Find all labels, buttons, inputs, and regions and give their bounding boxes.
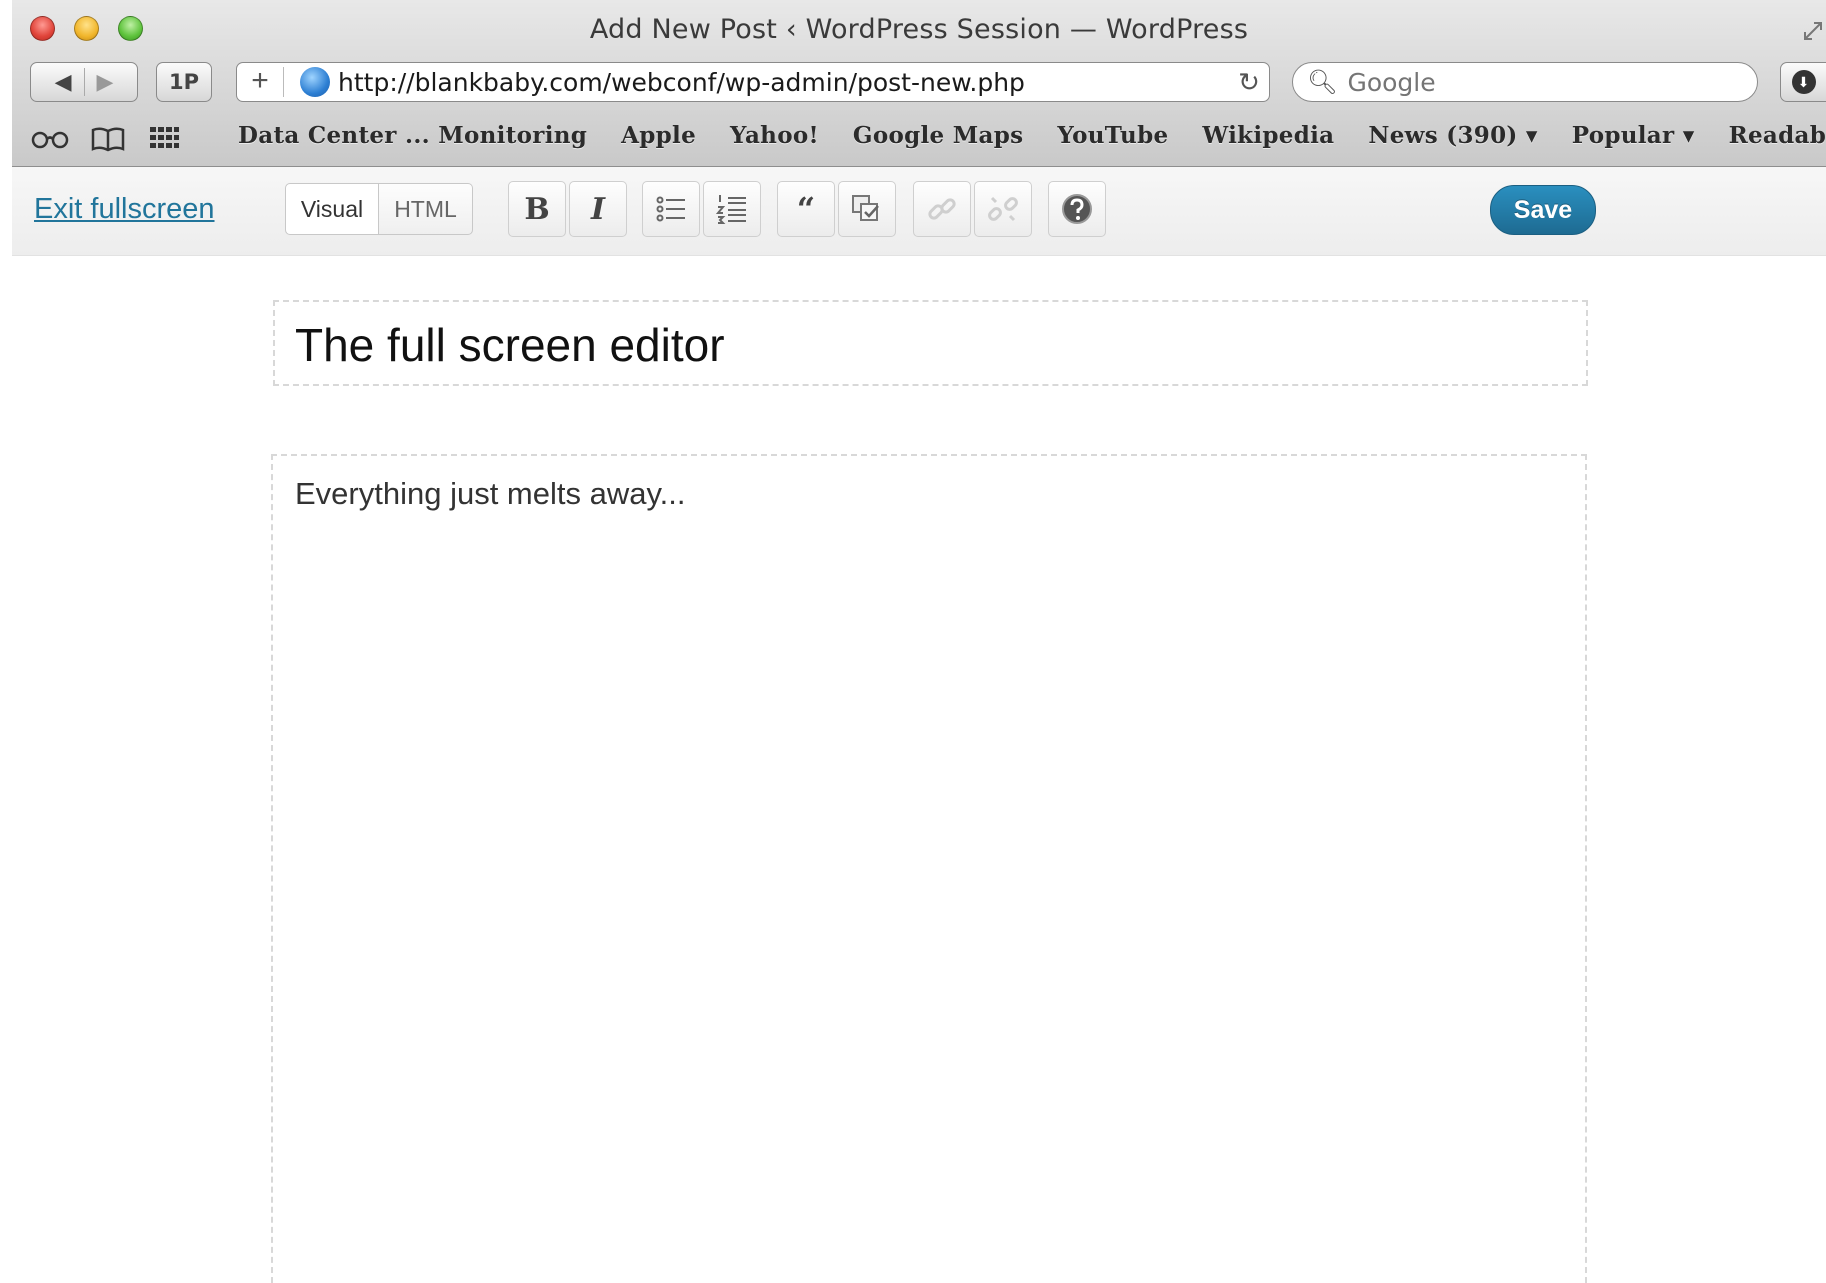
search-input[interactable] <box>1345 66 1757 98</box>
back-forward-group: ◀ ▶ <box>30 62 138 102</box>
post-content-area[interactable]: Everything just melts away... <box>271 454 1587 1283</box>
bookmark-item[interactable]: Wikipedia <box>1202 122 1334 149</box>
spellcheck-button[interactable] <box>838 181 896 237</box>
help-button[interactable] <box>1048 181 1106 237</box>
bookmark-item[interactable]: Yahoo! <box>730 122 819 149</box>
editor-mode-switch: Visual HTML <box>285 183 473 235</box>
top-sites-icon[interactable] <box>148 125 180 151</box>
bookmark-item[interactable]: YouTube <box>1057 122 1168 149</box>
url-text[interactable]: http://blankbaby.com/webconf/wp-admin/po… <box>338 68 1229 97</box>
search-icon: 🔍︎ <box>1307 68 1338 96</box>
help-icon <box>1062 194 1092 224</box>
exit-fullscreen-link[interactable]: Exit fullscreen <box>34 193 215 226</box>
download-icon: ⬇ <box>1791 70 1816 94</box>
address-bar[interactable]: + http://blankbaby.com/webconf/wp-admin/… <box>236 62 1270 102</box>
unlink-button[interactable] <box>974 181 1032 237</box>
post-title-input[interactable] <box>293 314 1557 376</box>
browser-toolbar: ◀ ▶ 1P + http://blankbaby.com/webconf/wp… <box>12 58 1826 110</box>
post-title-box <box>273 300 1588 386</box>
bookmark-item[interactable]: Data Center ... Monitoring <box>238 122 587 149</box>
forward-icon[interactable]: ▶ <box>97 70 114 95</box>
titlebar: Add New Post ‹ WordPress Session — WordP… <box>12 0 1826 58</box>
numbered-list-button[interactable] <box>703 181 761 237</box>
spellcheck-icon <box>852 195 879 221</box>
link-button[interactable] <box>913 181 971 237</box>
back-icon[interactable]: ◀ <box>55 70 72 95</box>
bold-button[interactable]: B <box>508 181 566 237</box>
bookmarks-bar: Data Center ... Monitoring Apple Yahoo! … <box>12 112 1826 162</box>
window-title: Add New Post ‹ WordPress Session — WordP… <box>589 14 1249 45</box>
divider <box>83 68 85 96</box>
bookmark-item[interactable]: Google Maps <box>853 122 1023 149</box>
bullet-list-button[interactable] <box>642 181 700 237</box>
add-tab-icon[interactable]: + <box>237 66 284 97</box>
bookmarks-icon[interactable] <box>90 126 126 152</box>
reading-list-icon[interactable] <box>30 128 70 150</box>
bullet-list-icon <box>656 196 685 222</box>
bookmark-item[interactable]: News (390) ▾ <box>1368 122 1537 149</box>
unlink-icon <box>988 196 1018 222</box>
visual-tab[interactable]: Visual <box>285 183 379 235</box>
downloads-button[interactable]: ⬇ <box>1780 62 1826 102</box>
save-button[interactable]: Save <box>1490 185 1596 235</box>
search-field[interactable]: 🔍︎ <box>1292 62 1758 102</box>
globe-icon <box>300 67 330 97</box>
html-tab[interactable]: HTML <box>379 183 473 235</box>
link-icon <box>928 198 956 220</box>
italic-button[interactable]: I <box>569 181 627 237</box>
post-content-text[interactable]: Everything just melts away... <box>295 476 686 512</box>
browser-window-chrome: Add New Post ‹ WordPress Session — WordP… <box>12 0 1826 167</box>
bookmarks-list: Data Center ... Monitoring Apple Yahoo! … <box>238 122 1826 149</box>
editor-toolbar: Exit fullscreen Visual HTML B I “ Save <box>12 167 1826 256</box>
fullscreen-toggle-icon[interactable] <box>1802 20 1824 42</box>
reload-icon[interactable]: ↻ <box>1229 67 1269 98</box>
numbered-list-icon <box>716 195 746 224</box>
blockquote-icon: “ <box>796 190 816 228</box>
blockquote-button[interactable]: “ <box>777 181 835 237</box>
onepassword-button[interactable]: 1P <box>156 62 212 102</box>
bookmark-item[interactable]: Readable <box>1729 122 1826 149</box>
bookmark-item[interactable]: Apple <box>621 122 696 149</box>
bookmark-item[interactable]: Popular ▾ <box>1572 122 1695 149</box>
